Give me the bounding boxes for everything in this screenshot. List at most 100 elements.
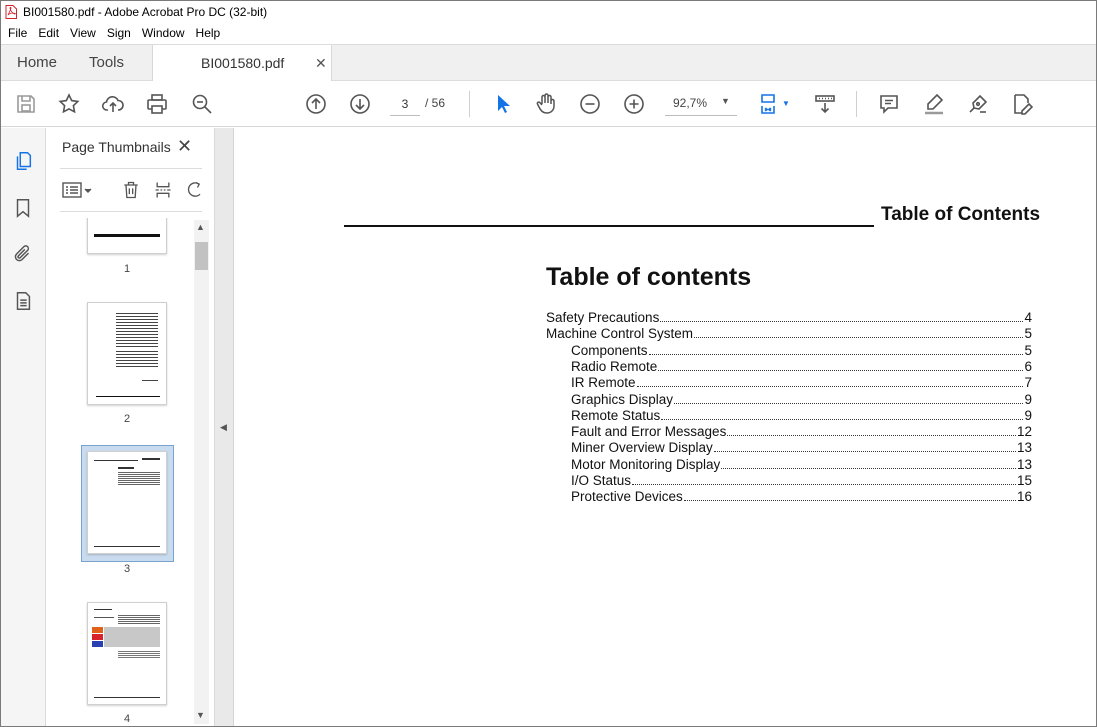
toc-entry[interactable]: Safety Precautions 4 xyxy=(546,309,1032,325)
toc-entry-page: 5 xyxy=(1024,342,1032,358)
toc-entry[interactable]: Radio Remote 6 xyxy=(571,358,1032,374)
edit-pdf-icon[interactable] xyxy=(1009,91,1035,117)
toc-entry[interactable]: Machine Control System 5 xyxy=(546,325,1032,341)
toc-entry[interactable]: Components 5 xyxy=(571,342,1032,358)
menu-bar: File Edit View Sign Window Help xyxy=(1,23,1096,43)
thumbnail-number: 1 xyxy=(123,263,131,275)
document-icon[interactable] xyxy=(11,289,35,313)
toc-entry-title: Miner Overview Display xyxy=(571,440,713,456)
upload-icon[interactable] xyxy=(100,91,126,117)
sign-icon[interactable] xyxy=(965,91,991,117)
toc-entry-title: Safety Precautions xyxy=(546,310,660,325)
thumbnail-page-2[interactable] xyxy=(87,302,167,405)
title-bar: BI001580.pdf - Adobe Acrobat Pro DC (32-… xyxy=(1,1,1096,23)
toc-entry-page: 9 xyxy=(1024,391,1032,407)
toc-leader-dots xyxy=(661,418,1024,420)
toc-leader-dots xyxy=(660,321,1024,322)
select-cursor-icon[interactable] xyxy=(489,91,515,117)
menu-view[interactable]: View xyxy=(65,26,101,40)
document-view: Table of Contents Table of contents Safe… xyxy=(234,128,1096,726)
chevron-down-icon[interactable]: ▼ xyxy=(196,710,205,720)
tab-tools[interactable]: Tools xyxy=(89,45,124,81)
close-icon[interactable]: ✕ xyxy=(315,45,327,81)
tab-home[interactable]: Home xyxy=(17,45,57,81)
menu-edit[interactable]: Edit xyxy=(33,26,64,40)
thumbnail-scrollbar[interactable]: ▲ ▼ xyxy=(194,220,209,724)
thumbnail-options-icon[interactable] xyxy=(62,179,92,201)
page-thumbnails-icon[interactable] xyxy=(11,149,35,173)
toc-leader-dots xyxy=(658,369,1024,371)
bookmark-icon[interactable] xyxy=(11,196,35,220)
page-total: / 56 xyxy=(425,96,446,110)
toc-leader-dots xyxy=(636,386,1024,388)
highlight-icon[interactable] xyxy=(921,91,947,117)
trash-icon[interactable] xyxy=(120,179,142,201)
zoom-in-icon[interactable] xyxy=(621,91,647,117)
save-icon[interactable] xyxy=(13,91,39,117)
window-title: BI001580.pdf - Adobe Acrobat Pro DC (32-… xyxy=(23,5,268,19)
page-up-icon[interactable] xyxy=(303,91,329,117)
star-icon[interactable] xyxy=(56,91,82,117)
page-down-icon[interactable] xyxy=(347,91,373,117)
hand-icon[interactable] xyxy=(533,91,559,117)
toc-entry-page: 16 xyxy=(1016,489,1032,505)
toc-entry-page: 13 xyxy=(1016,440,1032,456)
toc-entry[interactable]: Graphics Display 9 xyxy=(571,391,1032,407)
tab-bar: Home Tools BI001580.pdf ✕ xyxy=(1,44,1096,82)
toc-entry-page: 12 xyxy=(1016,424,1032,440)
menu-file[interactable]: File xyxy=(3,26,32,40)
attachment-icon[interactable] xyxy=(11,242,35,266)
thumbnails-panel: Page Thumbnails ✕ 1 2 3 4 ▲ ▼ xyxy=(46,128,215,726)
zoom-dropdown[interactable]: 92,7% ▼ xyxy=(665,92,737,116)
toolbar-divider xyxy=(856,91,857,117)
tab-document-label: BI001580.pdf xyxy=(201,55,285,71)
thumbnail-page-3[interactable] xyxy=(87,451,167,554)
menu-help[interactable]: Help xyxy=(191,26,226,40)
toc-leader-dots xyxy=(632,484,1016,485)
toc-entry-page: 15 xyxy=(1016,473,1032,488)
toc-leader-dots xyxy=(713,451,1016,453)
pdf-file-icon xyxy=(5,5,17,19)
search-icon[interactable] xyxy=(189,91,215,117)
toc-entry[interactable]: Motor Monitoring Display 13 xyxy=(571,456,1032,472)
toc-entry[interactable]: Remote Status 9 xyxy=(571,407,1032,423)
chevron-up-icon[interactable]: ▲ xyxy=(196,222,205,232)
toc-entry[interactable]: I/O Status 15 xyxy=(571,472,1032,488)
panel-title: Page Thumbnails xyxy=(62,139,171,155)
toolbar-divider xyxy=(469,91,470,117)
fit-page-icon[interactable] xyxy=(755,91,781,117)
comment-icon[interactable] xyxy=(876,91,902,117)
tab-document[interactable]: BI001580.pdf ✕ xyxy=(152,45,332,82)
toc-entry-page: 6 xyxy=(1024,358,1032,374)
toc-entry[interactable]: Protective Devices 16 xyxy=(571,488,1032,504)
zoom-out-icon[interactable] xyxy=(577,91,603,117)
toc-entry-title: Radio Remote xyxy=(571,358,658,374)
scroll-mode-icon[interactable] xyxy=(812,91,838,117)
thumbnail-page-1[interactable] xyxy=(87,218,167,254)
panel-toolbar xyxy=(60,168,202,212)
menu-window[interactable]: Window xyxy=(137,26,190,40)
panel-splitter[interactable]: ◀ xyxy=(215,128,234,726)
print-icon[interactable] xyxy=(144,91,170,117)
toc-leader-dots xyxy=(683,500,1016,502)
toc-leader-dots xyxy=(694,337,1024,339)
collapse-panel-icon[interactable]: ◀ xyxy=(220,422,227,433)
toc-entry-title: Machine Control System xyxy=(546,326,694,342)
chevron-down-icon[interactable]: ▼ xyxy=(782,99,790,108)
thumbnail-number: 4 xyxy=(123,713,131,725)
thumbnail-page-4[interactable] xyxy=(87,602,167,705)
toc-entry[interactable]: Fault and Error Messages 12 xyxy=(571,423,1032,439)
toc-entry-page: 9 xyxy=(1024,407,1032,423)
toc-entry-title: Remote Status xyxy=(571,407,661,423)
toc-leader-dots xyxy=(727,435,1016,437)
rotate-icon[interactable] xyxy=(184,179,206,201)
menu-sign[interactable]: Sign xyxy=(102,26,136,40)
insert-page-icon[interactable] xyxy=(152,179,174,201)
close-icon[interactable]: ✕ xyxy=(177,136,192,157)
toc-entry[interactable]: IR Remote 7 xyxy=(571,374,1032,390)
toc-entry-title: Components xyxy=(571,342,648,358)
toc-entry-title: Graphics Display xyxy=(571,391,674,407)
page-number-input[interactable] xyxy=(390,92,420,116)
toc-entry[interactable]: Miner Overview Display 13 xyxy=(571,439,1032,455)
scrollbar-thumb[interactable] xyxy=(195,242,208,270)
